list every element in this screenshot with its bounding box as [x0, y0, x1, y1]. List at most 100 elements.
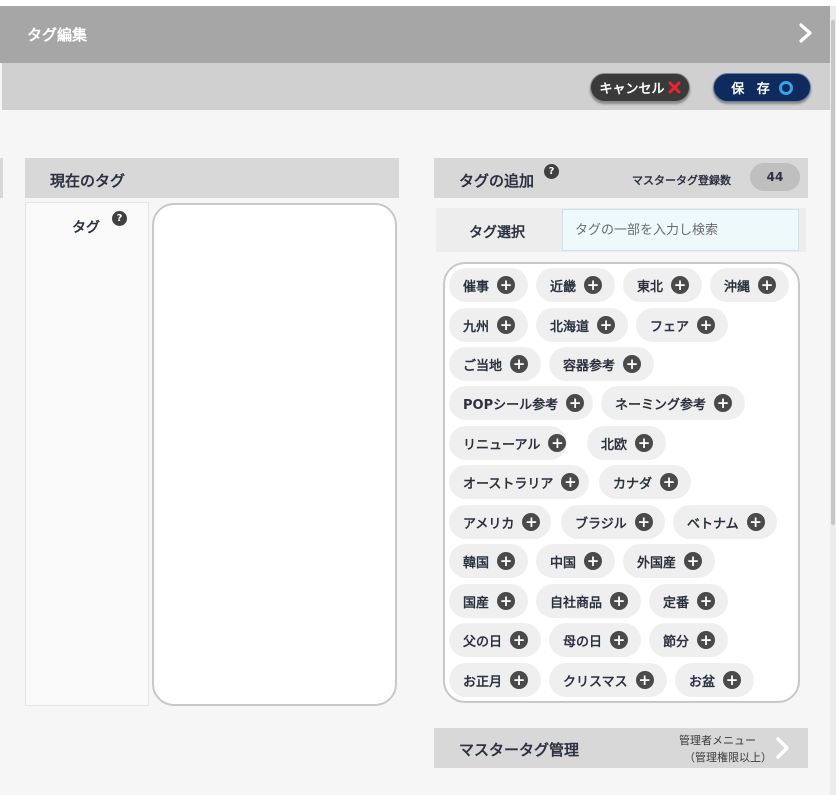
tag-label-column — [25, 202, 149, 706]
tag-chip-label: クリスマス — [563, 674, 628, 690]
tag-chip[interactable]: 催事 + — [449, 268, 528, 302]
tag-chip-label: ご当地 — [463, 358, 503, 374]
plus-circle-icon: + — [522, 513, 541, 531]
master-count-label: マスタータグ登録数 — [632, 174, 731, 187]
tag-chip[interactable]: 韓国 + — [449, 544, 528, 578]
plus-circle-icon: + — [561, 473, 580, 491]
tag-chip[interactable]: ご当地 + — [449, 347, 541, 381]
add-tags-title: タグの追加 — [459, 172, 535, 190]
plus-circle-icon: + — [697, 316, 716, 334]
tag-chip[interactable]: POPシール参考 + — [449, 386, 593, 420]
save-button[interactable]: 保 存 — [713, 73, 811, 102]
master-tag-title: マスタータグ管理 — [459, 741, 580, 759]
tag-chip[interactable]: フェア + — [636, 308, 728, 342]
tag-chip[interactable]: 自社商品 + — [536, 584, 641, 618]
current-tags-title: 現在のタグ — [50, 172, 126, 190]
help-icon[interactable]: ? — [112, 211, 127, 226]
left-edge-strip — [0, 158, 3, 198]
tag-chip[interactable]: 容器参考 + — [549, 347, 654, 381]
tag-chip[interactable]: 母の日 + — [549, 623, 641, 657]
x-icon — [668, 81, 680, 94]
cancel-button[interactable]: キャンセル — [590, 73, 690, 102]
plus-circle-icon: + — [584, 552, 603, 570]
tag-chip-label: 容器参考 — [563, 358, 616, 374]
tag-chip-label: 九州 — [463, 319, 490, 335]
plus-circle-icon: + — [497, 316, 516, 334]
tag-chip[interactable]: 沖縄 + — [710, 268, 789, 302]
tag-chip[interactable]: お正月 + — [449, 663, 541, 697]
tag-chip-label: 中国 — [550, 555, 577, 571]
tag-chip[interactable]: カナダ + — [599, 465, 691, 499]
tag-chip-label: 節分 — [663, 634, 690, 650]
tag-chip-label: 東北 — [637, 279, 664, 295]
tag-chip[interactable]: ネーミング参考 + — [601, 386, 745, 420]
tag-chip[interactable]: 北欧 + — [587, 426, 666, 460]
master-tag-management-link[interactable]: マスタータグ管理 管理者メニュー （管理権限以上） — [434, 728, 808, 768]
tag-chip-label: 父の日 — [463, 634, 503, 650]
tag-chip[interactable]: お盆 + — [675, 663, 754, 697]
action-bar: キャンセル 保 存 — [2, 63, 830, 110]
tag-chip[interactable]: オーストラリア + — [449, 465, 589, 499]
tag-chip[interactable]: リニューアル + — [449, 426, 567, 460]
tag-chip-label: ベトナム — [687, 516, 739, 532]
tag-chip-label: 外国産 — [637, 555, 677, 571]
plus-circle-icon: + — [723, 671, 742, 689]
plus-circle-icon: + — [510, 671, 529, 689]
help-icon[interactable]: ? — [544, 164, 559, 179]
plus-circle-icon: + — [697, 631, 716, 649]
tag-chip[interactable]: 北海道 + — [536, 308, 628, 342]
tag-chip[interactable]: 中国 + — [536, 544, 615, 578]
available-tags-box: 催事 + 近畿 + 東北 + 沖縄 + 九州 + 北海道 + フェア + ご当地 + 容器参考 +… — [443, 262, 800, 703]
tag-chip-label: 国産 — [463, 595, 490, 611]
plus-circle-icon: + — [597, 316, 616, 334]
tag-chip-label: ブラジル — [575, 516, 627, 532]
tag-chip[interactable]: 定番 + — [649, 584, 728, 618]
tag-chip[interactable]: 九州 + — [449, 308, 528, 342]
add-tags-header: タグの追加 マスタータグ登録数 44 — [434, 158, 808, 198]
plus-circle-icon: + — [566, 394, 585, 412]
chevron-right-icon[interactable] — [794, 22, 816, 44]
tag-chip[interactable]: ベトナム + — [673, 505, 777, 539]
tag-chip[interactable]: 近畿 + — [536, 268, 615, 302]
plus-circle-icon: + — [497, 276, 516, 294]
plus-circle-icon: + — [584, 276, 603, 294]
tag-chip[interactable]: 外国産 + — [623, 544, 715, 578]
tag-chip[interactable]: 父の日 + — [449, 623, 541, 657]
tag-chip[interactable]: 節分 + — [649, 623, 728, 657]
circle-icon — [778, 80, 793, 95]
tag-chip-label: POPシール参考 — [463, 397, 559, 413]
plus-circle-icon: + — [697, 592, 716, 610]
tag-chip[interactable]: ブラジル + — [561, 505, 665, 539]
plus-circle-icon: + — [610, 592, 629, 610]
tag-chip-label: カナダ — [613, 476, 653, 492]
plus-circle-icon: + — [497, 592, 516, 610]
tag-chip[interactable]: 国産 + — [449, 584, 528, 618]
tag-chip-label: 定番 — [663, 595, 690, 611]
plus-circle-icon: + — [623, 355, 642, 373]
plus-circle-icon: + — [634, 513, 653, 531]
chevron-right-icon — [776, 737, 789, 759]
plus-circle-icon: + — [548, 434, 567, 452]
plus-circle-icon: + — [497, 552, 516, 570]
plus-circle-icon: + — [746, 513, 765, 531]
master-count-badge: 44 — [750, 163, 800, 191]
tag-search-input[interactable] — [562, 209, 799, 251]
tag-chip-label: 韓国 — [463, 555, 490, 571]
tag-chip[interactable]: クリスマス + — [549, 663, 667, 697]
tag-chip[interactable]: 東北 + — [623, 268, 702, 302]
admin-menu-note: 管理者メニュー — [679, 734, 756, 747]
tag-chip-label: 催事 — [463, 279, 490, 295]
plus-circle-icon: + — [510, 355, 529, 373]
tag-chip-label: 沖縄 — [724, 279, 751, 295]
tag-chip-label: お正月 — [463, 674, 503, 690]
cancel-label: キャンセル — [599, 82, 665, 97]
plus-circle-icon: + — [671, 276, 690, 294]
tag-chip-label: リニューアル — [463, 437, 541, 453]
tag-chip-label: 母の日 — [563, 634, 603, 650]
scrollbar-thumb[interactable] — [831, 20, 835, 525]
tag-chip-label: ネーミング参考 — [615, 397, 707, 413]
tag-chip-label: 北欧 — [601, 437, 628, 453]
current-tags-box[interactable] — [152, 203, 397, 706]
plus-circle-icon: + — [714, 394, 733, 412]
tag-chip[interactable]: アメリカ + — [449, 505, 551, 539]
